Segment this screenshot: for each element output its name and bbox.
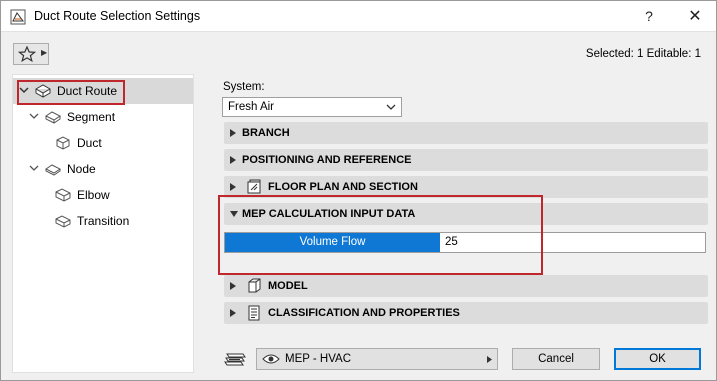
tree-item-label: Duct Route bbox=[57, 84, 118, 98]
section-branch[interactable]: BRANCH bbox=[224, 122, 708, 144]
section-model[interactable]: MODEL bbox=[224, 275, 708, 297]
triangle-right-icon bbox=[230, 129, 236, 137]
volume-flow-value[interactable]: 25 bbox=[445, 236, 458, 248]
duct-icon bbox=[56, 136, 70, 150]
volume-flow-row[interactable]: Volume Flow 25 bbox=[224, 232, 706, 253]
chevron-down-icon bbox=[29, 113, 39, 119]
tree-item-label: Node bbox=[67, 162, 96, 176]
section-title: CLASSIFICATION AND PROPERTIES bbox=[268, 307, 460, 319]
window-title: Duct Route Selection Settings bbox=[34, 9, 201, 23]
chevron-down-icon bbox=[19, 87, 29, 94]
layer-stack-icon bbox=[224, 353, 246, 366]
tree-item-duct[interactable]: Duct bbox=[13, 130, 193, 156]
tree-item-label: Elbow bbox=[77, 188, 110, 202]
view-label: MEP - HVAC bbox=[285, 353, 352, 365]
section-positioning[interactable]: POSITIONING AND REFERENCE bbox=[224, 149, 708, 171]
eye-icon bbox=[262, 354, 280, 364]
tree-item-node[interactable]: Node bbox=[13, 156, 193, 182]
tree-item-label: Duct bbox=[77, 136, 102, 150]
volume-flow-label: Volume Flow bbox=[225, 233, 440, 252]
elbow-icon bbox=[55, 188, 71, 202]
section-title: MODEL bbox=[268, 280, 308, 292]
settings-panel: System: Fresh Air BRANCH POSITIONING AND… bbox=[205, 74, 711, 346]
model-icon bbox=[248, 278, 261, 293]
section-title: MEP CALCULATION INPUT DATA bbox=[242, 208, 416, 220]
triangle-right-icon bbox=[230, 183, 236, 191]
classification-icon bbox=[248, 305, 260, 321]
triangle-right-icon bbox=[230, 282, 236, 290]
transition-icon bbox=[55, 215, 71, 228]
help-button[interactable]: ? bbox=[631, 1, 667, 32]
dialog-window: Duct Route Selection Settings ? ✕ ▶ Sele… bbox=[0, 0, 717, 381]
duct-route-icon bbox=[35, 84, 51, 98]
app-icon bbox=[10, 9, 26, 25]
chevron-down-icon bbox=[29, 165, 39, 171]
section-title: POSITIONING AND REFERENCE bbox=[242, 154, 412, 166]
tree-item-segment[interactable]: Segment bbox=[13, 104, 193, 130]
tree-item-label: Segment bbox=[67, 110, 116, 124]
title-bar: Duct Route Selection Settings ? ✕ bbox=[1, 1, 716, 32]
section-title: FLOOR PLAN AND SECTION bbox=[268, 181, 418, 193]
floor-plan-icon bbox=[247, 179, 261, 194]
section-classification[interactable]: CLASSIFICATION AND PROPERTIES bbox=[224, 302, 708, 324]
system-label: System: bbox=[223, 81, 265, 93]
system-dropdown[interactable]: Fresh Air bbox=[222, 97, 402, 117]
favorites-button[interactable]: ▶ bbox=[13, 43, 49, 65]
view-dropdown[interactable]: MEP - HVAC bbox=[256, 348, 498, 370]
tree-item-transition[interactable]: Transition bbox=[13, 208, 193, 234]
tree-item-duct-route[interactable]: Duct Route bbox=[13, 78, 193, 104]
cancel-button[interactable]: Cancel bbox=[512, 348, 600, 370]
section-title: BRANCH bbox=[242, 127, 290, 139]
tree-item-label: Transition bbox=[77, 214, 130, 228]
star-icon bbox=[18, 46, 36, 62]
system-value: Fresh Air bbox=[228, 101, 275, 113]
chevron-right-icon: ▶ bbox=[41, 48, 48, 57]
node-icon bbox=[45, 164, 61, 176]
segment-icon bbox=[45, 111, 61, 124]
triangle-right-icon bbox=[230, 309, 236, 317]
tree-item-elbow[interactable]: Elbow bbox=[13, 182, 193, 208]
triangle-down-icon bbox=[230, 211, 238, 217]
ok-button[interactable]: OK bbox=[614, 348, 701, 370]
element-tree: Duct Route Segment Duct Node Elbow Trans… bbox=[12, 74, 194, 373]
section-mep-calculation[interactable]: MEP CALCULATION INPUT DATA bbox=[224, 203, 708, 225]
triangle-right-icon bbox=[230, 156, 236, 164]
selection-count: Selected: 1 Editable: 1 bbox=[585, 48, 701, 60]
section-floor-plan[interactable]: FLOOR PLAN AND SECTION bbox=[224, 176, 708, 198]
chevron-down-icon bbox=[386, 104, 396, 110]
triangle-right-icon bbox=[487, 356, 492, 363]
close-button[interactable]: ✕ bbox=[677, 1, 713, 32]
